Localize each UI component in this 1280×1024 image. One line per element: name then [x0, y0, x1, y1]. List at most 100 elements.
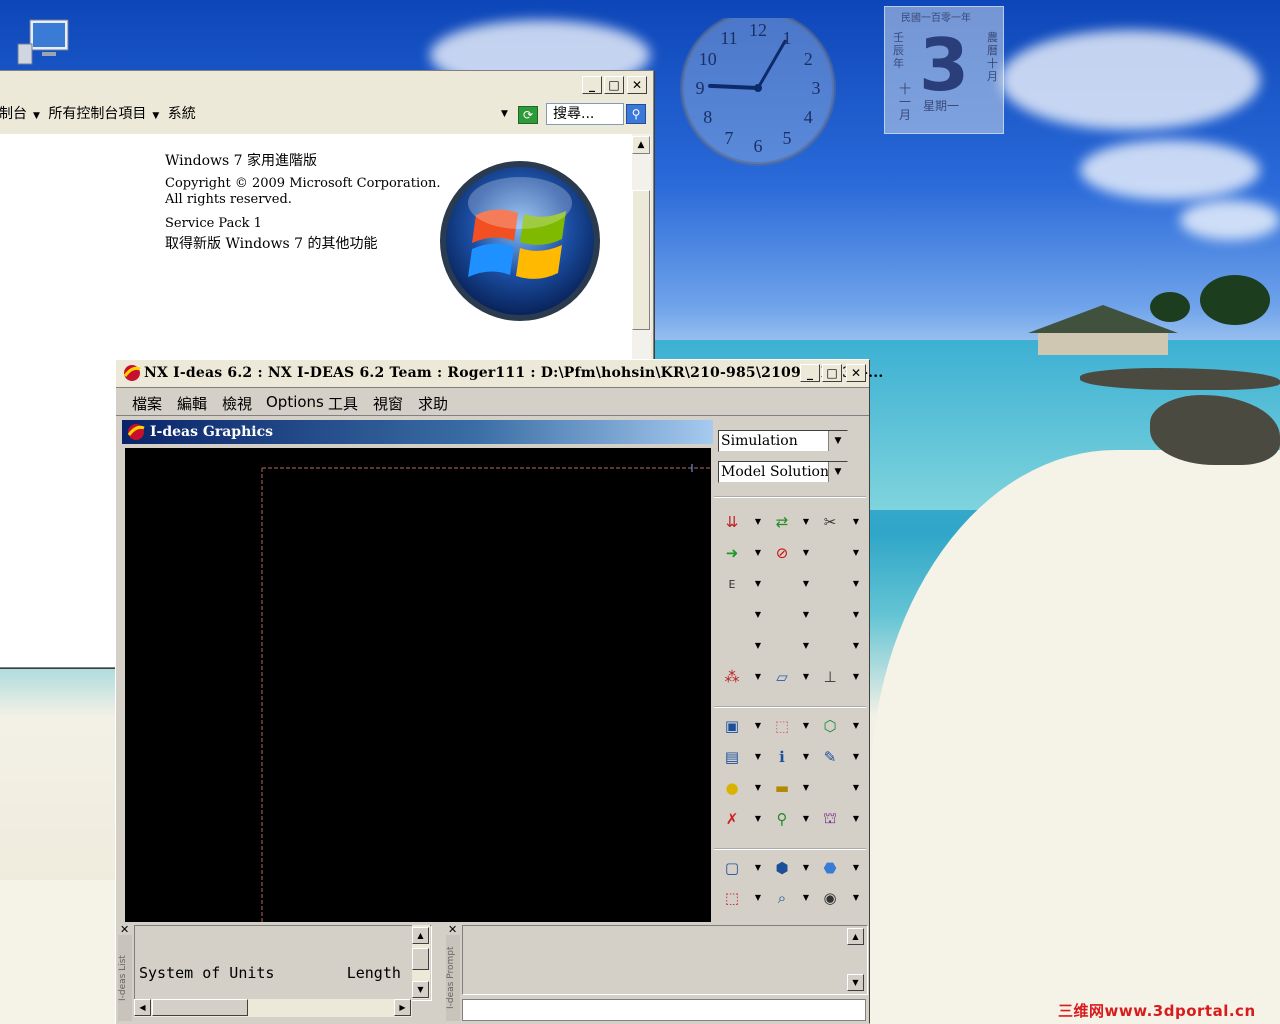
info-icon[interactable]: ℹ: [770, 745, 794, 769]
chevron-down-icon[interactable]: ▼: [752, 510, 764, 534]
zoom-icon[interactable]: ⌕: [770, 886, 794, 910]
menu-options[interactable]: Options: [266, 393, 324, 411]
scroll-down-icon[interactable]: ▼: [847, 974, 864, 991]
chevron-down-icon[interactable]: ▼: [800, 510, 812, 534]
group-icon[interactable]: ⬡: [818, 714, 842, 738]
scroll-left-icon[interactable]: ◀: [134, 999, 151, 1016]
chevron-down-icon[interactable]: ▼: [33, 111, 40, 121]
mesh-icon[interactable]: ⁂: [720, 665, 744, 689]
menu-window[interactable]: 視窗: [373, 393, 403, 414]
chevron-down-icon[interactable]: ▼: [800, 572, 812, 596]
minimize-button[interactable]: _: [582, 76, 602, 94]
measure-icon[interactable]: ▬: [770, 776, 794, 800]
search-input[interactable]: 搜尋...: [546, 103, 624, 125]
chevron-down-icon[interactable]: ▼: [152, 111, 159, 121]
select-icon[interactable]: ⬚: [770, 714, 794, 738]
breadcrumb[interactable]: 制台 ▼ 所有控制台項目 ▼ 系統 ▼: [0, 103, 511, 125]
chevron-down-icon[interactable]: ▼: [850, 807, 862, 831]
chevron-down-icon[interactable]: ▼: [800, 714, 812, 738]
chevron-down-icon[interactable]: ▼: [828, 431, 847, 451]
chevron-down-icon[interactable]: ▼: [752, 745, 764, 769]
chevron-down-icon[interactable]: ▼: [800, 665, 812, 689]
scroll-up-icon[interactable]: ▲: [847, 928, 864, 945]
chevron-down-icon[interactable]: ▼: [752, 634, 764, 658]
clock-gadget[interactable]: 12 1 2 3 4 5 6 7 8 9 10 11: [678, 10, 838, 178]
more-features-link[interactable]: 取得新版 Windows 7 的其他功能: [165, 233, 377, 253]
refresh-icon[interactable]: ⟳: [518, 106, 538, 124]
chevron-down-icon[interactable]: ▼: [752, 541, 764, 565]
graphics-canvas[interactable]: [125, 448, 711, 922]
wireframe-cube-icon[interactable]: ⬢: [770, 856, 794, 880]
modify-icon[interactable]: ✎: [818, 745, 842, 769]
menu-help[interactable]: 求助: [418, 393, 448, 414]
scroll-thumb[interactable]: [152, 999, 248, 1016]
chevron-down-icon[interactable]: ▼: [752, 603, 764, 627]
chevron-down-icon[interactable]: ▼: [752, 856, 764, 880]
surface-icon[interactable]: ▱: [770, 665, 794, 689]
chevron-down-icon[interactable]: ▼: [752, 572, 764, 596]
graphics-titlebar[interactable]: I-deas Graphics: [122, 420, 713, 444]
screen-icon[interactable]: ▢: [720, 856, 744, 880]
calendar-gadget[interactable]: 民國一百零一年 壬辰年 3 農曆十月 十一月 星期一: [884, 6, 1004, 134]
menu-view[interactable]: 檢視: [222, 393, 252, 414]
chevron-down-icon[interactable]: ▼: [752, 886, 764, 910]
chevron-down-icon[interactable]: ▼: [800, 603, 812, 627]
scroll-up-icon[interactable]: ▲: [412, 927, 429, 944]
menu-file[interactable]: 檔案: [132, 393, 162, 414]
chevron-down-icon[interactable]: ▼: [800, 541, 812, 565]
maximize-button[interactable]: □: [604, 76, 624, 94]
ideas-titlebar[interactable]: NX I-deas 6.2 : NX I-DEAS 6.2 Team : Rog…: [116, 360, 883, 388]
redisplay-icon[interactable]: ▤: [720, 745, 744, 769]
display-icon[interactable]: ▣: [720, 714, 744, 738]
chevron-down-icon[interactable]: ▼: [800, 745, 812, 769]
breadcrumb-item-all-items[interactable]: 所有控制台項目: [48, 106, 146, 122]
chevron-down-icon[interactable]: ▼: [850, 886, 862, 910]
chevron-down-icon[interactable]: ▼: [850, 665, 862, 689]
chevron-down-icon[interactable]: ▼: [850, 634, 862, 658]
delete-icon[interactable]: ✗: [720, 807, 744, 831]
task-dropdown[interactable]: Model Solution ▼: [718, 461, 848, 483]
computer-icon[interactable]: [16, 18, 72, 66]
label-icon[interactable]: ⚲: [770, 807, 794, 831]
horizontal-scrollbar[interactable]: ◀ ▶: [134, 999, 412, 1017]
chevron-down-icon[interactable]: ▼: [850, 572, 862, 596]
chevron-down-icon[interactable]: ▼: [752, 665, 764, 689]
chevron-down-icon[interactable]: ▼: [800, 856, 812, 880]
scroll-up-icon[interactable]: ▲: [632, 136, 650, 154]
menu-edit[interactable]: 編輯: [177, 393, 207, 414]
scroll-thumb[interactable]: [412, 948, 429, 970]
chevron-down-icon[interactable]: ▼: [850, 856, 862, 880]
chevron-down-icon[interactable]: ▼: [752, 807, 764, 831]
eye-icon[interactable]: ◉: [818, 886, 842, 910]
control-panel-titlebar[interactable]: _ □ ✕: [0, 71, 653, 97]
chevron-down-icon[interactable]: ▼: [850, 510, 862, 534]
material-icon[interactable]: E: [720, 572, 744, 596]
minimize-button[interactable]: _: [800, 364, 820, 382]
shaded-cube-icon[interactable]: ⬣: [818, 856, 842, 880]
search-icon[interactable]: ⚲: [626, 104, 646, 124]
scroll-thumb[interactable]: [632, 190, 650, 330]
close-button[interactable]: ✕: [627, 76, 647, 94]
chevron-down-icon[interactable]: ▼: [850, 714, 862, 738]
application-dropdown[interactable]: Simulation ▼: [718, 430, 848, 452]
ideas-list-output[interactable]: System of Units Length: [134, 925, 432, 1001]
chevron-down-icon[interactable]: ▼: [828, 462, 847, 482]
chevron-down-icon[interactable]: ▼: [800, 807, 812, 831]
maximize-button[interactable]: □: [822, 364, 842, 382]
command-input[interactable]: [462, 999, 866, 1021]
chevron-down-icon[interactable]: ▼: [850, 745, 862, 769]
scroll-down-icon[interactable]: ▼: [412, 981, 429, 998]
chevron-down-icon[interactable]: ▼: [800, 886, 812, 910]
chevron-down-icon[interactable]: ▼: [800, 776, 812, 800]
chevron-down-icon[interactable]: ▼: [752, 776, 764, 800]
menu-tools[interactable]: 工具: [328, 393, 358, 414]
apply-arrow-icon[interactable]: ➜: [720, 541, 744, 565]
chevron-down-icon[interactable]: ▼: [752, 714, 764, 738]
hierarchy-icon[interactable]: ⛫: [818, 807, 842, 831]
restraint-icon[interactable]: ✂: [818, 510, 842, 534]
chevron-down-icon[interactable]: ▼: [800, 634, 812, 658]
color-palette-icon[interactable]: ●: [720, 776, 744, 800]
load-icon[interactable]: ⇄: [770, 510, 794, 534]
zoom-window-icon[interactable]: ⬚: [720, 886, 744, 910]
breadcrumb-item-system[interactable]: 系統: [168, 106, 196, 122]
